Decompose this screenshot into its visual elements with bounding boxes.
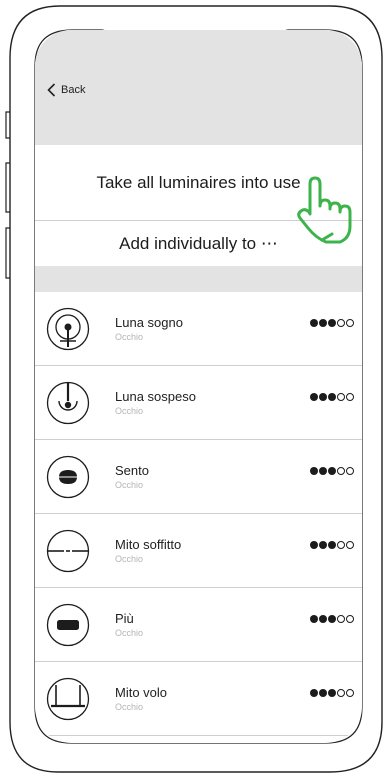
- luna-sospeso-icon: [46, 381, 90, 425]
- list-item[interactable]: Mito volo Occhio: [35, 662, 362, 736]
- luminaire-name: Luna sospeso: [115, 389, 196, 404]
- mito-soffitto-icon: [46, 529, 90, 573]
- luminaire-brand: Occhio: [115, 702, 144, 712]
- luminaire-brand: Occhio: [115, 332, 144, 342]
- signal-strength-indicator: [310, 319, 354, 327]
- list-item[interactable]: Luna sospeso Occhio: [35, 366, 362, 440]
- add-individually-button[interactable]: Add individually to ⋯: [35, 221, 362, 266]
- list-item[interactable]: Luna sogno Occhio: [35, 292, 362, 366]
- signal-strength-indicator: [310, 541, 354, 549]
- nav-bar: Back: [35, 30, 362, 145]
- signal-strength-indicator: [310, 393, 354, 401]
- signal-strength-indicator: [310, 615, 354, 623]
- list-item[interactable]: Più Occhio: [35, 588, 362, 662]
- back-button[interactable]: Back: [47, 80, 85, 100]
- luminaire-brand: Occhio: [115, 554, 144, 564]
- take-all-luminaires-button[interactable]: Take all luminaires into use: [35, 145, 362, 220]
- take-all-label: Take all luminaires into use: [96, 172, 301, 192]
- luna-sogno-icon: [46, 307, 90, 351]
- luminaire-name: Luna sogno: [115, 315, 183, 330]
- luminaire-brand: Occhio: [115, 406, 144, 416]
- luminaire-name: Mito volo: [115, 685, 168, 700]
- luminaire-list: Luna sogno Occhio Luna sospeso Occhio Se…: [35, 292, 362, 736]
- luminaire-name: Mito soffitto: [115, 537, 182, 552]
- luminaire-name: Sento: [115, 463, 149, 478]
- luminaire-name: Più: [115, 611, 134, 626]
- app-screen: Back Take all luminaires into use Add in…: [35, 30, 362, 743]
- section-separator: [35, 266, 362, 292]
- mito-volo-icon: [46, 677, 90, 721]
- sento-icon: [46, 455, 90, 499]
- luminaire-brand: Occhio: [115, 628, 144, 638]
- back-label: Back: [61, 84, 86, 96]
- add-individually-label: Add individually to ⋯: [119, 233, 278, 253]
- signal-strength-indicator: [310, 467, 354, 475]
- luminaire-brand: Occhio: [115, 480, 144, 490]
- list-item[interactable]: Mito soffitto Occhio: [35, 514, 362, 588]
- piu-icon: [46, 603, 90, 647]
- list-item[interactable]: Sento Occhio: [35, 440, 362, 514]
- chevron-left-icon: [47, 83, 56, 97]
- signal-strength-indicator: [310, 689, 354, 697]
